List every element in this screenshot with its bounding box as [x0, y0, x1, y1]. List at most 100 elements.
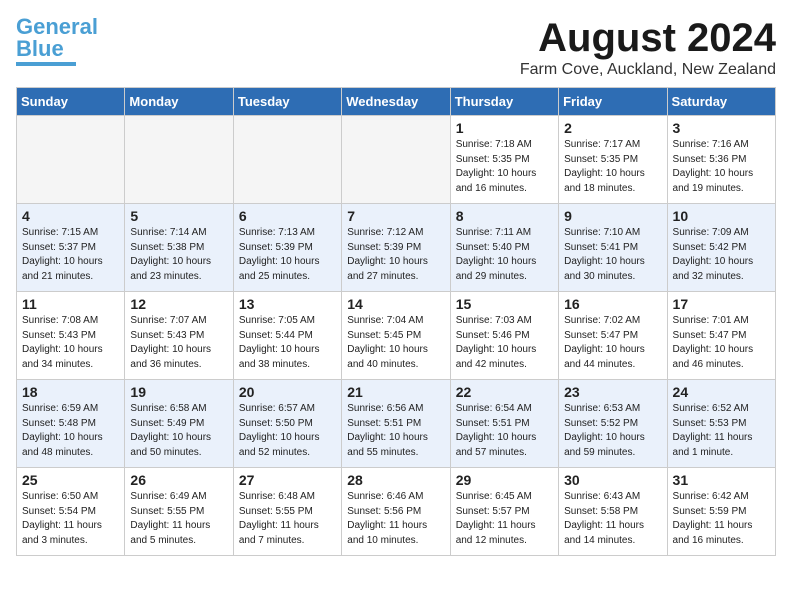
calendar-cell-9: 9 Sunrise: 7:10 AMSunset: 5:41 PMDaylight… — [559, 204, 667, 292]
day-number: 11 — [22, 296, 119, 312]
calendar-cell-empty-3 — [342, 116, 450, 204]
day-info: Sunrise: 7:08 AMSunset: 5:43 PMDaylight:… — [22, 314, 119, 372]
day-number: 10 — [673, 208, 770, 224]
day-info: Sunrise: 7:14 AMSunset: 5:38 PMDaylight:… — [130, 226, 227, 284]
day-info: Sunrise: 7:09 AMSunset: 5:42 PMDaylight:… — [673, 226, 770, 284]
day-info: Sunrise: 6:46 AMSunset: 5:56 PMDaylight:… — [347, 490, 444, 548]
calendar-week-2: 4 Sunrise: 7:15 AMSunset: 5:37 PMDaylight… — [17, 204, 776, 292]
day-info: Sunrise: 6:42 AMSunset: 5:59 PMDaylight:… — [673, 490, 770, 548]
calendar-cell-6: 6 Sunrise: 7:13 AMSunset: 5:39 PMDaylight… — [233, 204, 341, 292]
calendar-cell-8: 8 Sunrise: 7:11 AMSunset: 5:40 PMDaylight… — [450, 204, 558, 292]
day-info: Sunrise: 7:13 AMSunset: 5:39 PMDaylight:… — [239, 226, 336, 284]
calendar-cell-2: 2 Sunrise: 7:17 AMSunset: 5:35 PMDaylight… — [559, 116, 667, 204]
col-header-thursday: Thursday — [450, 88, 558, 116]
day-info: Sunrise: 6:43 AMSunset: 5:58 PMDaylight:… — [564, 490, 661, 548]
calendar-cell-empty-0 — [17, 116, 125, 204]
logo-bar — [16, 62, 76, 66]
calendar-cell-15: 15 Sunrise: 7:03 AMSunset: 5:46 PMDayligh… — [450, 292, 558, 380]
calendar-cell-11: 11 Sunrise: 7:08 AMSunset: 5:43 PMDayligh… — [17, 292, 125, 380]
day-number: 23 — [564, 384, 661, 400]
day-number: 26 — [130, 472, 227, 488]
title-block: August 2024 Farm Cove, Auckland, New Zea… — [520, 16, 776, 79]
day-number: 8 — [456, 208, 553, 224]
month-title: August 2024 — [520, 16, 776, 61]
calendar-cell-3: 3 Sunrise: 7:16 AMSunset: 5:36 PMDaylight… — [667, 116, 775, 204]
day-info: Sunrise: 7:11 AMSunset: 5:40 PMDaylight:… — [456, 226, 553, 284]
day-number: 22 — [456, 384, 553, 400]
day-number: 21 — [347, 384, 444, 400]
calendar: SundayMondayTuesdayWednesdayThursdayFrid… — [16, 87, 776, 556]
day-info: Sunrise: 6:53 AMSunset: 5:52 PMDaylight:… — [564, 402, 661, 460]
calendar-cell-24: 24Sunrise: 6:52 AMSunset: 5:53 PMDayligh… — [667, 380, 775, 468]
col-header-saturday: Saturday — [667, 88, 775, 116]
col-header-sunday: Sunday — [17, 88, 125, 116]
calendar-cell-27: 27 Sunrise: 6:48 AMSunset: 5:55 PMDayligh… — [233, 468, 341, 556]
calendar-cell-20: 20Sunrise: 6:57 AMSunset: 5:50 PMDayligh… — [233, 380, 341, 468]
calendar-cell-26: 26 Sunrise: 6:49 AMSunset: 5:55 PMDayligh… — [125, 468, 233, 556]
calendar-week-3: 11 Sunrise: 7:08 AMSunset: 5:43 PMDayligh… — [17, 292, 776, 380]
day-info: Sunrise: 7:18 AMSunset: 5:35 PMDaylight:… — [456, 138, 553, 196]
day-number: 18 — [22, 384, 119, 400]
day-number: 16 — [564, 296, 661, 312]
day-number: 29 — [456, 472, 553, 488]
day-info: Sunrise: 6:49 AMSunset: 5:55 PMDaylight:… — [130, 490, 227, 548]
day-number: 14 — [347, 296, 444, 312]
calendar-cell-4: 4 Sunrise: 7:15 AMSunset: 5:37 PMDaylight… — [17, 204, 125, 292]
day-info: Sunrise: 7:10 AMSunset: 5:41 PMDaylight:… — [564, 226, 661, 284]
day-info: Sunrise: 6:58 AMSunset: 5:49 PMDaylight:… — [130, 402, 227, 460]
location: Farm Cove, Auckland, New Zealand — [520, 61, 776, 79]
calendar-cell-31: 31 Sunrise: 6:42 AMSunset: 5:59 PMDayligh… — [667, 468, 775, 556]
day-number: 31 — [673, 472, 770, 488]
day-info: Sunrise: 7:17 AMSunset: 5:35 PMDaylight:… — [564, 138, 661, 196]
calendar-cell-28: 28 Sunrise: 6:46 AMSunset: 5:56 PMDayligh… — [342, 468, 450, 556]
calendar-cell-21: 21Sunrise: 6:56 AMSunset: 5:51 PMDayligh… — [342, 380, 450, 468]
page-header: General Blue August 2024 Farm Cove, Auck… — [16, 16, 776, 79]
calendar-cell-18: 18 Sunrise: 6:59 AMSunset: 5:48 PMDayligh… — [17, 380, 125, 468]
logo-blue: Blue — [16, 36, 64, 61]
calendar-cell-22: 22 Sunrise: 6:54 AMSunset: 5:51 PMDayligh… — [450, 380, 558, 468]
day-info: Sunrise: 7:04 AMSunset: 5:45 PMDaylight:… — [347, 314, 444, 372]
day-info: Sunrise: 6:48 AMSunset: 5:55 PMDaylight:… — [239, 490, 336, 548]
day-info: Sunrise: 6:45 AMSunset: 5:57 PMDaylight:… — [456, 490, 553, 548]
calendar-cell-23: 23 Sunrise: 6:53 AMSunset: 5:52 PMDayligh… — [559, 380, 667, 468]
calendar-cell-5: 5Sunrise: 7:14 AMSunset: 5:38 PMDaylight… — [125, 204, 233, 292]
col-header-wednesday: Wednesday — [342, 88, 450, 116]
calendar-cell-empty-1 — [125, 116, 233, 204]
day-number: 25 — [22, 472, 119, 488]
day-number: 7 — [347, 208, 444, 224]
day-info: Sunrise: 7:15 AMSunset: 5:37 PMDaylight:… — [22, 226, 119, 284]
calendar-week-1: 1 Sunrise: 7:18 AMSunset: 5:35 PMDaylight… — [17, 116, 776, 204]
day-number: 27 — [239, 472, 336, 488]
day-info: Sunrise: 7:01 AMSunset: 5:47 PMDaylight:… — [673, 314, 770, 372]
day-number: 3 — [673, 120, 770, 136]
day-info: Sunrise: 7:03 AMSunset: 5:46 PMDaylight:… — [456, 314, 553, 372]
calendar-cell-29: 29 Sunrise: 6:45 AMSunset: 5:57 PMDayligh… — [450, 468, 558, 556]
day-info: Sunrise: 7:05 AMSunset: 5:44 PMDaylight:… — [239, 314, 336, 372]
calendar-cell-13: 13Sunrise: 7:05 AMSunset: 5:44 PMDayligh… — [233, 292, 341, 380]
day-info: Sunrise: 7:16 AMSunset: 5:36 PMDaylight:… — [673, 138, 770, 196]
calendar-cell-12: 12Sunrise: 7:07 AMSunset: 5:43 PMDayligh… — [125, 292, 233, 380]
day-number: 4 — [22, 208, 119, 224]
day-info: Sunrise: 6:54 AMSunset: 5:51 PMDaylight:… — [456, 402, 553, 460]
day-info: Sunrise: 7:07 AMSunset: 5:43 PMDaylight:… — [130, 314, 227, 372]
day-number: 15 — [456, 296, 553, 312]
calendar-cell-1: 1 Sunrise: 7:18 AMSunset: 5:35 PMDaylight… — [450, 116, 558, 204]
day-info: Sunrise: 6:50 AMSunset: 5:54 PMDaylight:… — [22, 490, 119, 548]
day-info: Sunrise: 6:59 AMSunset: 5:48 PMDaylight:… — [22, 402, 119, 460]
calendar-cell-30: 30 Sunrise: 6:43 AMSunset: 5:58 PMDayligh… — [559, 468, 667, 556]
calendar-week-5: 25 Sunrise: 6:50 AMSunset: 5:54 PMDayligh… — [17, 468, 776, 556]
day-number: 19 — [130, 384, 227, 400]
calendar-cell-16: 16 Sunrise: 7:02 AMSunset: 5:47 PMDayligh… — [559, 292, 667, 380]
day-info: Sunrise: 7:02 AMSunset: 5:47 PMDaylight:… — [564, 314, 661, 372]
day-number: 6 — [239, 208, 336, 224]
calendar-cell-14: 14 Sunrise: 7:04 AMSunset: 5:45 PMDayligh… — [342, 292, 450, 380]
day-number: 28 — [347, 472, 444, 488]
day-number: 30 — [564, 472, 661, 488]
day-number: 2 — [564, 120, 661, 136]
col-header-friday: Friday — [559, 88, 667, 116]
day-number: 24 — [673, 384, 770, 400]
day-number: 1 — [456, 120, 553, 136]
day-number: 17 — [673, 296, 770, 312]
day-number: 9 — [564, 208, 661, 224]
calendar-cell-7: 7Sunrise: 7:12 AMSunset: 5:39 PMDaylight… — [342, 204, 450, 292]
